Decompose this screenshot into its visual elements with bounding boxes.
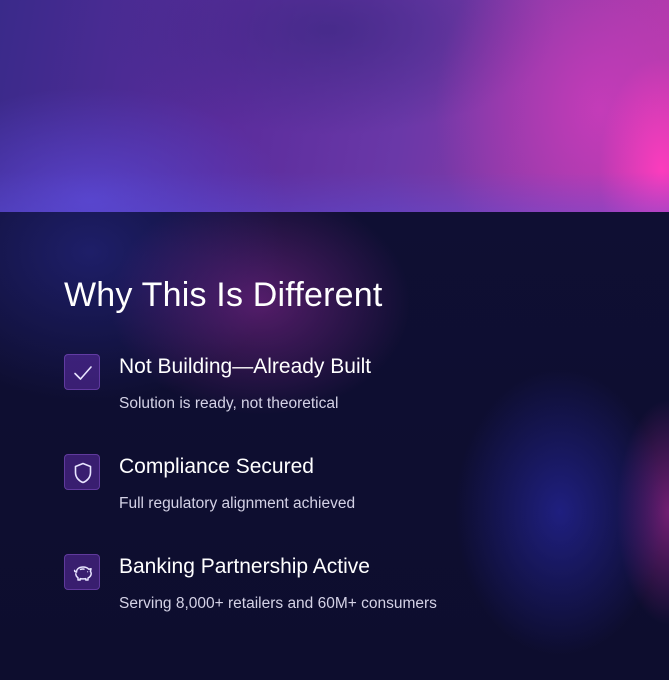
feature-description: Serving 8,000+ retailers and 60M+ consum… <box>119 595 437 612</box>
feature-heading: Not Building—Already Built <box>119 355 372 378</box>
why-different-section: Why This Is Different Not Building—Alrea… <box>0 212 669 680</box>
feature-description: Solution is ready, not theoretical <box>119 395 339 412</box>
feature-heading: Banking Partnership Active <box>119 555 370 578</box>
checkmark-icon <box>64 354 100 390</box>
feature-heading: Compliance Secured <box>119 455 314 478</box>
shield-icon <box>64 454 100 490</box>
piggy-bank-icon <box>64 554 100 590</box>
feature-item-compliance: Compliance Secured Full regulatory align… <box>64 454 624 524</box>
hero-gradient-banner <box>0 0 669 212</box>
section-title: Why This Is Different <box>64 276 383 314</box>
feature-description: Full regulatory alignment achieved <box>119 495 356 512</box>
feature-item-banking-partnership: Banking Partnership Active Serving 8,000… <box>64 554 624 624</box>
feature-item-already-built: Not Building—Already Built Solution is r… <box>64 354 624 424</box>
